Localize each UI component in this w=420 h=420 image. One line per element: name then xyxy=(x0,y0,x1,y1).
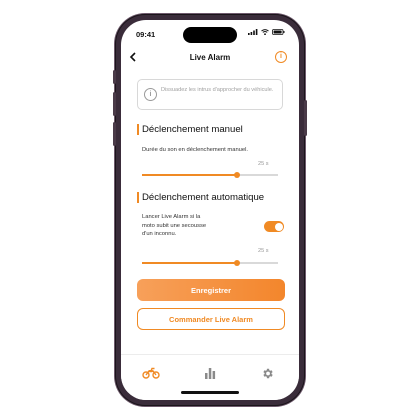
info-circle-icon: i xyxy=(144,88,157,101)
manual-slider-thumb[interactable] xyxy=(234,171,241,178)
info-notice: i Dissuadez les intrus d'approcher du vé… xyxy=(137,79,283,110)
manual-section-title: Déclenchement manuel xyxy=(142,124,243,135)
status-time: 09:41 xyxy=(136,30,156,39)
info-notice-text: Dissuadez les intrus d'approcher du véhi… xyxy=(161,87,274,93)
automatic-description-line: moto subit une secousse xyxy=(142,222,207,229)
manual-slider-fill xyxy=(142,174,238,176)
bar-chart-icon xyxy=(205,368,216,379)
status-icons xyxy=(248,29,285,35)
tab-statistics[interactable] xyxy=(200,365,220,381)
tab-settings[interactable] xyxy=(257,365,277,381)
dynamic-island xyxy=(183,27,237,43)
automatic-description: Lancer Live Alarm si la moto subit une s… xyxy=(142,213,206,239)
manual-duration-label: 25 s xyxy=(258,161,269,167)
automatic-slider-fill xyxy=(142,262,238,264)
volume-down-button xyxy=(113,122,116,146)
save-button[interactable]: Enregistrer xyxy=(137,279,285,301)
automatic-section-title: Déclenchement automatique xyxy=(142,192,265,203)
battery-icon xyxy=(272,29,285,35)
tab-motorcycle[interactable] xyxy=(141,365,161,381)
automatic-description-line: Lancer Live Alarm si la xyxy=(142,214,201,220)
automatic-duration-label: 25 s xyxy=(258,248,269,254)
info-icon[interactable]: i xyxy=(275,51,287,63)
section-accent-bar xyxy=(137,124,139,135)
automatic-duration-slider[interactable] xyxy=(142,259,278,266)
manual-description: Durée du son en déclenchement manuel. xyxy=(142,147,249,153)
home-indicator xyxy=(181,391,239,394)
mute-switch xyxy=(113,70,116,84)
signal-icon xyxy=(248,29,258,35)
page-title: Live Alarm xyxy=(189,53,231,62)
power-button xyxy=(304,100,307,136)
automatic-slider-thumb[interactable] xyxy=(234,259,241,266)
auto-trigger-toggle[interactable] xyxy=(264,221,284,232)
phone-screen: 09:41 Live Alarm i i Dissuadez les intru… xyxy=(121,20,299,400)
gear-icon xyxy=(262,368,273,378)
manual-duration-slider[interactable] xyxy=(142,171,278,178)
automatic-description-line: d'un inconnu. xyxy=(142,231,177,237)
order-live-alarm-button[interactable]: Commander Live Alarm xyxy=(137,308,285,330)
section-accent-bar xyxy=(137,192,139,203)
volume-up-button xyxy=(113,92,116,116)
toggle-knob xyxy=(274,222,283,231)
wifi-icon xyxy=(261,29,269,35)
motorcycle-icon xyxy=(142,367,160,379)
